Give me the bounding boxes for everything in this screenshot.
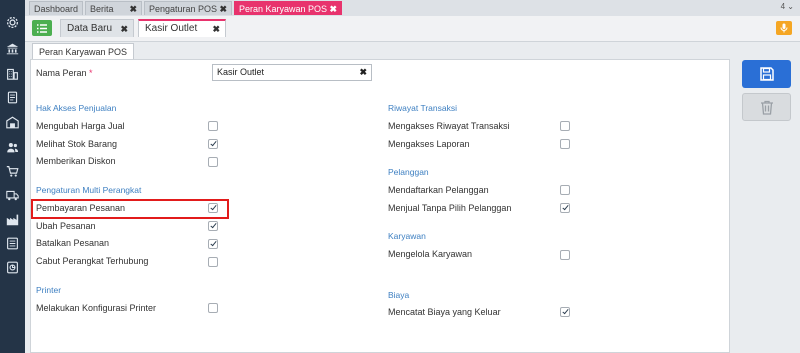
book-icon[interactable] xyxy=(6,91,19,104)
tab-peran-karyawan-pos[interactable]: Peran Karyawan POS ✖ xyxy=(234,1,342,15)
perm-label: Menjual Tanpa Pilih Pelanggan xyxy=(388,203,512,213)
save-icon xyxy=(759,67,774,81)
nama-peran-label: Nama Peran * xyxy=(36,68,93,78)
tab-label: Kasir Outlet xyxy=(145,23,198,34)
tab-label: Berita xyxy=(90,4,114,14)
section-karyawan: Karyawan xyxy=(388,231,426,241)
tab-kasir-outlet[interactable]: Kasir Outlet ✖ xyxy=(138,19,226,37)
delete-button[interactable] xyxy=(742,93,791,121)
tab-count: 4 xyxy=(780,2,786,11)
save-button[interactable] xyxy=(742,60,791,88)
cart-icon[interactable] xyxy=(6,165,19,178)
required-mark: * xyxy=(89,68,93,78)
checkbox-memberikan-diskon[interactable] xyxy=(208,157,218,167)
checkbox-mengakses-riwayat-transaksi[interactable] xyxy=(560,121,570,131)
chevron-down-icon: ⌄ xyxy=(787,2,794,11)
tab-pengaturan-pos[interactable]: Pengaturan POS ✖ xyxy=(144,1,232,15)
perm-label: Ubah Pesanan xyxy=(36,221,96,231)
perm-label: Mendaftarkan Pelanggan xyxy=(388,185,489,195)
list-menu-button[interactable] xyxy=(32,20,52,36)
section-pelanggan: Pelanggan xyxy=(388,167,429,177)
section-hak-akses-penjualan: Hak Akses Penjualan xyxy=(36,103,117,113)
tab-label: Pengaturan POS xyxy=(149,4,218,14)
checkbox-mengelola-karyawan[interactable] xyxy=(560,250,570,260)
sub-tab-bar: Data Baru ✖ Kasir Outlet ✖ xyxy=(25,16,800,42)
tab-label: Data Baru xyxy=(67,23,113,34)
close-icon[interactable]: ✖ xyxy=(212,21,220,37)
chart-icon[interactable] xyxy=(6,261,19,274)
users-icon[interactable] xyxy=(6,141,19,154)
perm-label: Cabut Perangkat Terhubung xyxy=(36,256,149,266)
perm-label: Memberikan Diskon xyxy=(36,156,116,166)
trash-icon xyxy=(760,100,773,115)
close-icon[interactable]: ✖ xyxy=(120,20,128,38)
tab-label: Dashboard xyxy=(34,4,79,14)
perm-label: Mengakses Laporan xyxy=(388,139,470,149)
report-icon[interactable] xyxy=(6,237,19,250)
tab-peran-karyawan-pos-form[interactable]: Peran Karyawan POS xyxy=(32,43,135,60)
checkbox-menjual-tanpa-pilih-pelanggan[interactable] xyxy=(560,203,570,213)
bank-icon[interactable] xyxy=(6,42,19,55)
perm-label: Melakukan Konfigurasi Printer xyxy=(36,303,157,313)
checkbox-melihat-stok-barang[interactable] xyxy=(208,139,218,149)
tab-label: Peran Karyawan POS xyxy=(239,4,328,14)
perm-label: Mengakses Riwayat Transaksi xyxy=(388,121,510,131)
building-icon[interactable] xyxy=(6,67,19,80)
tab-data-baru[interactable]: Data Baru ✖ xyxy=(60,19,134,37)
top-tab-bar: Dashboard Berita ✖ Pengaturan POS ✖ Peran … xyxy=(25,0,800,17)
perm-label: Melihat Stok Barang xyxy=(36,139,118,149)
sidebar xyxy=(0,0,25,353)
clear-icon[interactable]: ✖ xyxy=(359,65,367,80)
label-text: Nama Peran xyxy=(36,68,87,78)
section-biaya: Biaya xyxy=(388,290,410,300)
checkbox-mendaftarkan-pelanggan[interactable] xyxy=(560,185,570,195)
checkbox-mengubah-harga-jual[interactable] xyxy=(208,121,218,131)
store-icon[interactable] xyxy=(6,116,19,129)
perm-label: Mengubah Harga Jual xyxy=(36,121,125,131)
checkbox-mengakses-laporan[interactable] xyxy=(560,139,570,149)
microphone-button[interactable] xyxy=(776,21,792,35)
list-icon xyxy=(37,23,47,33)
checkbox-batalkan-pesanan[interactable] xyxy=(208,239,218,249)
section-pengaturan-multi-perangkat: Pengaturan Multi Perangkat xyxy=(36,185,142,195)
tab-berita[interactable]: Berita ✖ xyxy=(85,1,142,15)
microphone-icon xyxy=(780,23,788,33)
perm-label: Batalkan Pesanan xyxy=(36,238,110,248)
tab-count-dropdown[interactable]: 4 ⌄ xyxy=(781,2,794,11)
close-icon[interactable]: ✖ xyxy=(329,2,337,16)
checkbox-mencatat-biaya-yang-keluar[interactable] xyxy=(560,307,570,317)
tab-dashboard[interactable]: Dashboard xyxy=(29,1,83,15)
nama-peran-input[interactable]: Kasir Outlet ✖ xyxy=(212,64,372,81)
close-icon[interactable]: ✖ xyxy=(129,2,137,16)
checkbox-cabut-perangkat-terhubung[interactable] xyxy=(208,257,218,267)
highlight-box xyxy=(31,199,229,219)
perm-label: Mencatat Biaya yang Keluar xyxy=(388,307,501,317)
gear-icon[interactable] xyxy=(6,16,19,29)
close-icon[interactable]: ✖ xyxy=(219,2,227,16)
truck-icon[interactable] xyxy=(6,189,19,202)
checkbox-ubah-pesanan[interactable] xyxy=(208,221,218,231)
section-riwayat-transaksi: Riwayat Transaksi xyxy=(388,103,457,113)
checkbox-melakukan-konfigurasi-printer[interactable] xyxy=(208,303,218,313)
section-printer: Printer xyxy=(36,285,62,295)
factory-icon[interactable] xyxy=(6,213,19,226)
input-value: Kasir Outlet xyxy=(217,67,265,77)
perm-label: Mengelola Karyawan xyxy=(388,249,473,259)
